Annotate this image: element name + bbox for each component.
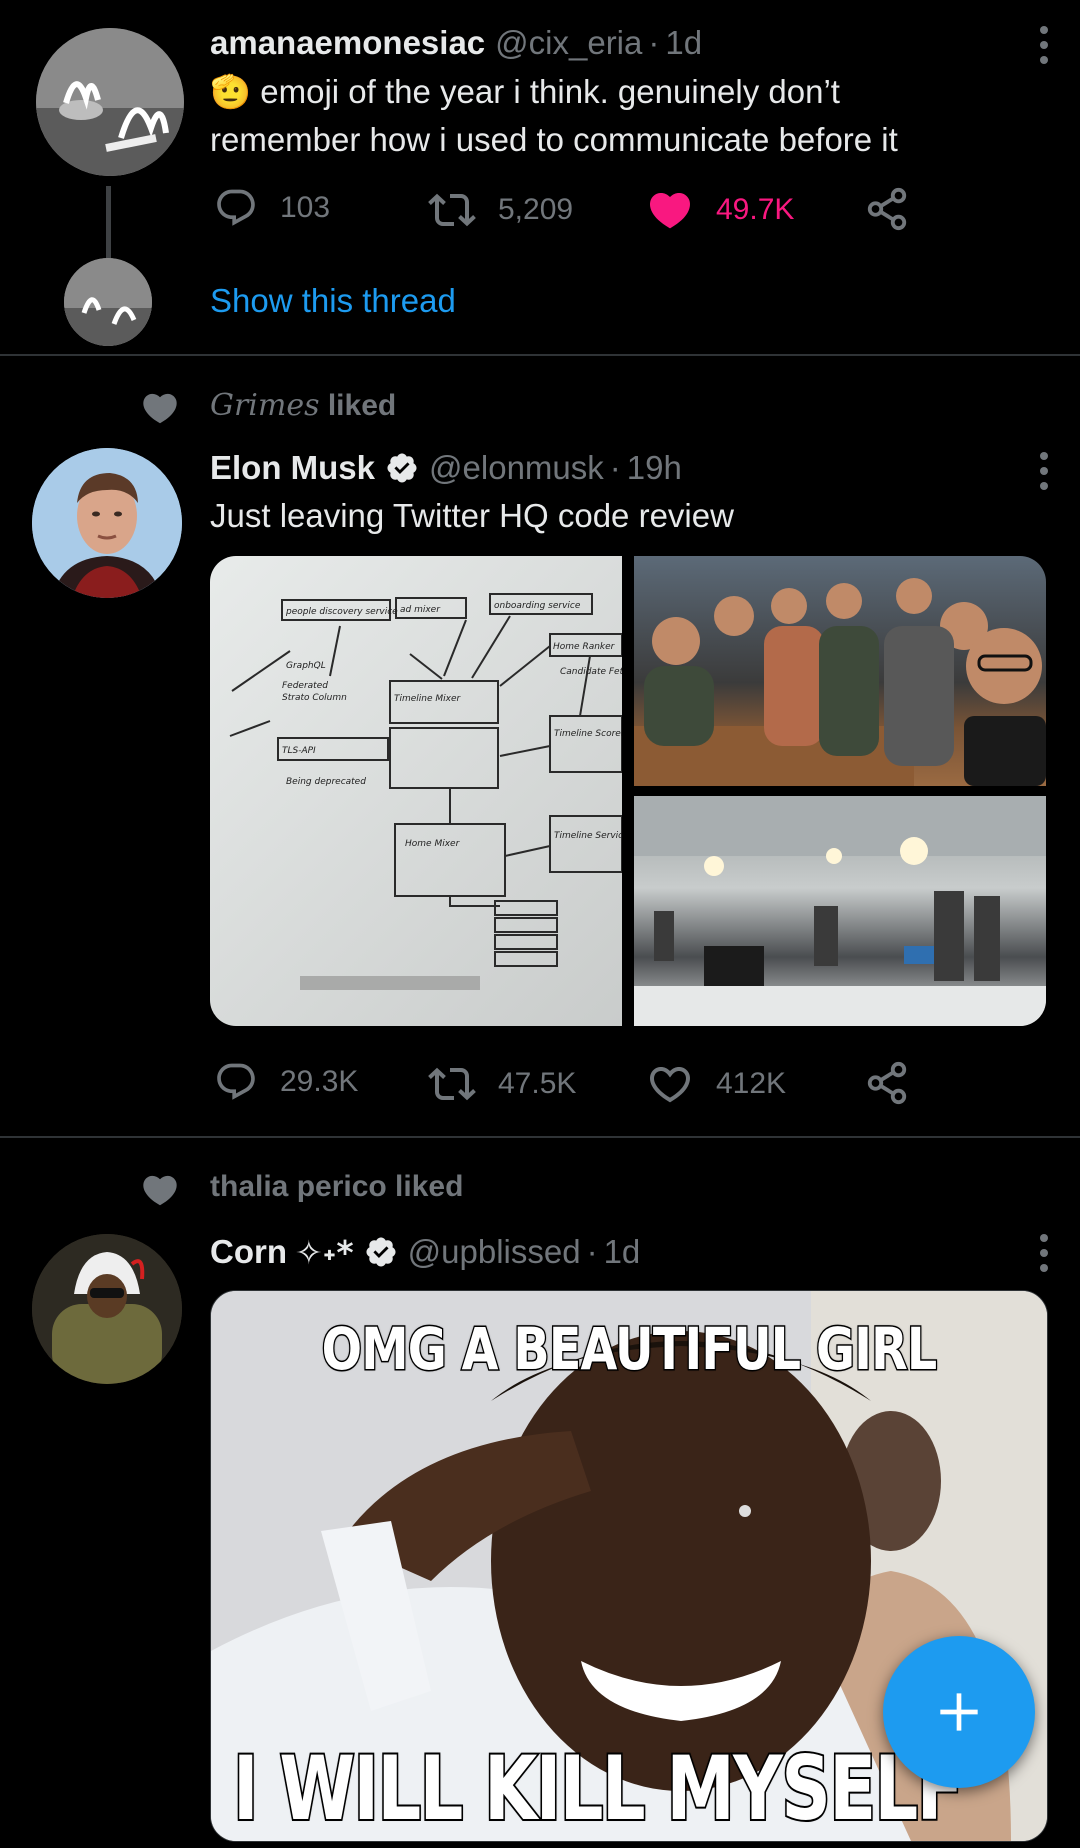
retweet-count: 47.5K [498,1067,577,1100]
action-bar: 103 5,209 49.7K [210,186,930,246]
liked-by-text[interactable]: thalia perico liked [210,1170,463,1204]
meme-bottom-text: I WILL KILL MYSELF [231,1735,965,1841]
tweet-header: Elon Musk @elonmusk · 19h [210,446,682,490]
avatar-image [36,28,184,176]
tweet-elonmusk[interactable]: Grimes liked Elon Musk @elonmusk · 19h J… [0,356,1080,1136]
salute-emoji: 🫡 [210,73,252,110]
heart-outline-icon [649,1067,691,1103]
avatar[interactable] [36,28,184,176]
tweet-header: Corn ✧˖* @upblissed · 1d [210,1230,640,1274]
retweet-icon [428,193,476,227]
handle[interactable]: @elonmusk [429,449,604,487]
more-icon[interactable] [1040,1234,1050,1272]
avatar[interactable] [32,1234,182,1384]
like-count: 412K [716,1067,787,1100]
like-button[interactable]: 49.7K [646,186,794,234]
liked-by-name: thalia perico [210,1170,387,1203]
reply-button[interactable]: 103 [214,186,330,230]
social-context: thalia perico liked [0,1164,1080,1214]
media-group-photo[interactable] [634,556,1046,786]
handle[interactable]: @upblissed [408,1233,581,1271]
heart-icon [143,393,177,424]
wb-home-ranker: Home Ranker [553,642,616,652]
text-line-1: emoji of the year i think. genuinely don… [251,73,840,110]
display-name[interactable]: Corn [210,1233,287,1271]
reply-icon [217,189,255,226]
wb-timeline-scorer: Timeline Scorer [554,729,622,739]
group-photo-image [634,578,1046,786]
reply-icon [217,1063,255,1100]
like-button[interactable]: 412K [646,1060,786,1108]
share-icon [867,187,907,231]
heart-icon [649,193,691,229]
separator: · [586,1233,598,1270]
heart-icon [143,1175,177,1206]
timestamp[interactable]: 19h [627,449,682,487]
tweet-header: amanaemonesiac @cix_eria · 1d [210,22,702,64]
thread-line [106,186,111,258]
social-context: Grimes liked [0,382,1080,432]
display-name[interactable]: Elon Musk [210,449,375,487]
wb-strato: Strato Column [282,693,347,703]
reply-count: 29.3K [280,1065,359,1098]
reply-button[interactable]: 29.3K [214,1060,358,1104]
liked-by-name: Grimes [210,388,320,423]
avatar[interactable] [32,448,182,598]
reply-count: 103 [280,191,331,224]
share-button[interactable] [864,1060,932,1106]
verified-icon [366,1237,396,1267]
media-whiteboard-photo[interactable]: people discovery service ad mixer onboar… [210,556,622,1026]
action-bar: 29.3K 47.5K 412K [210,1060,930,1120]
display-name[interactable]: amanaemonesiac [210,24,485,62]
meme-top-text: OMG A BEAUTIFUL GIRL [320,1314,938,1385]
avatar-image [32,1234,182,1384]
avatar-image [32,448,182,598]
retweet-button[interactable]: 5,209 [428,186,573,234]
like-count: 49.7K [716,193,795,226]
wb-timeline-service: Timeline Service [554,831,622,841]
wb-graphql: GraphQL [286,661,326,671]
liked-by-text[interactable]: Grimes liked [210,388,396,423]
wb-ad-mixer: ad mixer [400,605,441,615]
text-line-2: remember how i used to communicate befor… [210,121,898,158]
liked-suffix: liked [386,1170,464,1203]
handle[interactable]: @cix_eria [495,24,642,62]
thread-avatar-image [64,258,152,346]
verified-icon [387,453,417,483]
wb-people-discovery: people discovery service [285,607,398,617]
wb-timeline-mixer: Timeline Mixer [394,694,462,704]
wb-tls-api: TLS-API [282,746,316,756]
timestamp[interactable]: 1d [665,24,702,62]
tweet-text: Just leaving Twitter HQ code review [210,497,734,534]
tweet-text: 🫡 emoji of the year i think. genuinely d… [210,68,1050,164]
wb-home-mixer: Home Mixer [405,839,461,849]
plus-icon [940,1693,978,1731]
whiteboard-drawing: people discovery service ad mixer onboar… [229,593,622,990]
media-office-photo[interactable] [634,796,1046,1026]
retweet-button[interactable]: 47.5K [428,1060,576,1108]
retweet-count: 5,209 [498,193,574,226]
wb-candidate-fetch: Candidate Fetch [560,667,622,677]
tweet-media: people discovery service ad mixer onboar… [210,556,1046,1026]
tweet-amanaemonesiac[interactable]: amanaemonesiac @cix_eria · 1d 🫡 emoji of… [0,0,1080,356]
retweet-icon [428,1067,476,1101]
name-symbols: ✧˖* [295,1232,354,1272]
thread-avatar[interactable] [64,258,152,346]
compose-button[interactable] [883,1636,1035,1788]
liked-suffix: liked [319,389,397,422]
separator: · [648,24,660,61]
show-thread-link[interactable]: Show this thread [210,282,456,320]
wb-being-deprecated: Being deprecated [286,777,366,787]
more-icon[interactable] [1040,26,1050,64]
wb-onboarding: onboarding service [494,601,581,611]
more-icon[interactable] [1040,452,1050,490]
wb-federated: Federated [282,681,328,691]
share-button[interactable] [864,186,932,232]
separator: · [609,449,621,486]
timestamp[interactable]: 1d [604,1233,641,1271]
share-icon [867,1061,907,1105]
office-photo-image [634,796,1046,1026]
